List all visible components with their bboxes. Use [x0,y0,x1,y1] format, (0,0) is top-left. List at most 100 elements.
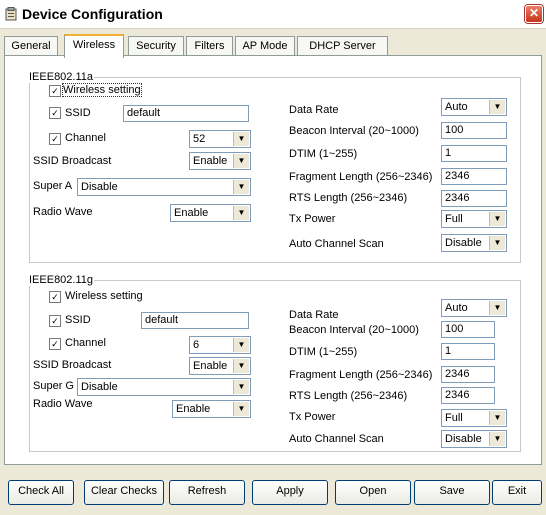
a-auto-channel-scan-select[interactable]: Disable ▼ [441,234,507,252]
g-ssid-broadcast-select[interactable]: Enable ▼ [189,357,251,375]
button-bar: Check All Clear Checks Refresh Apply Ope… [0,476,546,506]
g-data-rate-label: Data Rate [289,309,339,321]
close-icon: ✕ [528,6,540,20]
a-beacon-label: Beacon Interval (20~1000) [289,125,419,137]
dropdown-arrow-icon[interactable]: ▼ [489,301,505,315]
ieee80211g-legend: IEEE802.11g [29,274,94,286]
g-data-rate-select[interactable]: Auto ▼ [441,299,507,317]
open-button[interactable]: Open [335,480,411,505]
window-title: Device Configuration [22,6,163,22]
dropdown-arrow-icon[interactable]: ▼ [233,206,249,220]
g-wireless-setting-label: Wireless setting [65,290,143,302]
a-data-rate-label: Data Rate [289,104,339,116]
a-rts-label: RTS Length (256~2346) [289,192,408,204]
refresh-button[interactable]: Refresh [169,480,245,505]
dropdown-arrow-icon[interactable]: ▼ [233,338,249,352]
a-radio-wave-value: Enable [174,207,209,219]
a-ssid-checkbox[interactable]: ✓ [49,107,61,119]
check-all-button[interactable]: Check All [8,480,74,505]
g-fragment-input[interactable]: 2346 [441,366,495,383]
g-auto-channel-scan-value: Disable [445,433,482,445]
dropdown-arrow-icon[interactable]: ▼ [233,359,249,373]
g-wireless-setting-checkbox[interactable]: ✓ [49,291,61,303]
a-auto-channel-scan-label: Auto Channel Scan [289,238,384,250]
a-channel-select[interactable]: 52 ▼ [189,130,251,148]
g-beacon-input[interactable]: 100 [441,321,495,338]
g-rts-input[interactable]: 2346 [441,387,495,404]
a-super-select[interactable]: Disable ▼ [77,178,251,196]
g-channel-checkbox[interactable]: ✓ [49,338,61,350]
g-fragment-label: Fragment Length (256~2346) [289,369,433,381]
a-rts-input[interactable]: 2346 [441,190,507,207]
a-tx-power-select[interactable]: Full ▼ [441,210,507,228]
g-ssid-checkbox[interactable]: ✓ [49,315,61,327]
g-channel-select[interactable]: 6 ▼ [189,336,251,354]
g-data-rate-value: Auto [445,302,468,314]
g-super-select[interactable]: Disable ▼ [77,378,251,396]
a-ssid-broadcast-value: Enable [193,155,228,167]
tab-security[interactable]: Security [128,36,184,55]
dropdown-arrow-icon[interactable]: ▼ [489,212,505,226]
tab-filters[interactable]: Filters [186,36,233,55]
a-channel-checkbox[interactable]: ✓ [49,133,61,145]
a-tx-power-label: Tx Power [289,213,336,225]
exit-button[interactable]: Exit [492,480,542,505]
a-beacon-input[interactable]: 100 [441,122,507,139]
ieee80211a-legend: IEEE802.11a [29,71,94,83]
a-super-value: Disable [81,181,118,193]
a-data-rate-value: Auto [445,101,468,113]
dropdown-arrow-icon[interactable]: ▼ [233,402,249,416]
dropdown-arrow-icon[interactable]: ▼ [233,180,249,194]
g-super-label: Super G [33,380,74,392]
close-button[interactable]: ✕ [525,5,543,23]
dropdown-arrow-icon[interactable]: ▼ [489,100,505,114]
g-ssid-label: SSID [65,314,91,326]
apply-button[interactable]: Apply [252,480,328,505]
a-super-label: Super A [33,180,73,192]
g-radio-wave-label: Radio Wave [33,398,93,410]
dropdown-arrow-icon[interactable]: ▼ [489,432,505,446]
g-dtim-input[interactable]: 1 [441,343,495,360]
tab-ap-mode[interactable]: AP Mode [235,36,295,55]
dropdown-arrow-icon[interactable]: ▼ [233,132,249,146]
g-channel-label: Channel [65,337,106,349]
a-channel-value: 52 [193,133,206,145]
dropdown-arrow-icon[interactable]: ▼ [489,411,505,425]
tab-wireless[interactable]: Wireless [64,34,124,58]
g-auto-channel-scan-label: Auto Channel Scan [289,433,384,445]
a-dtim-input[interactable]: 1 [441,145,507,162]
g-ssid-broadcast-value: Enable [193,360,228,372]
g-tx-power-label: Tx Power [289,411,336,423]
g-dtim-label: DTIM (1~255) [289,346,358,358]
wireless-tab-panel: IEEE802.11a ✓ Wireless setting ✓ SSID de… [4,55,542,465]
clear-checks-button[interactable]: Clear Checks [84,480,164,505]
a-data-rate-select[interactable]: Auto ▼ [441,98,507,116]
g-auto-channel-scan-select[interactable]: Disable ▼ [441,430,507,448]
g-channel-value: 6 [193,339,200,351]
tab-dhcp-server[interactable]: DHCP Server [297,36,388,55]
a-ssid-broadcast-label: SSID Broadcast [33,155,112,167]
g-radio-wave-select[interactable]: Enable ▼ [172,400,251,418]
a-wireless-setting-checkbox[interactable]: ✓ [49,85,61,97]
a-dtim-label: DTIM (1~255) [289,148,358,160]
a-fragment-input[interactable]: 2346 [441,168,507,185]
g-ssid-input[interactable]: default [141,312,249,329]
save-button[interactable]: Save [414,480,490,505]
tab-general[interactable]: General [4,36,58,55]
g-radio-wave-value: Enable [176,403,211,415]
a-ssid-label: SSID [65,107,91,119]
g-tx-power-select[interactable]: Full ▼ [441,409,507,427]
dropdown-arrow-icon[interactable]: ▼ [489,236,505,250]
title-bar: Device Configuration ✕ [0,0,546,29]
dropdown-arrow-icon[interactable]: ▼ [233,380,249,394]
g-rts-label: RTS Length (256~2346) [289,390,408,402]
dropdown-arrow-icon[interactable]: ▼ [233,154,249,168]
g-tx-power-value: Full [445,412,463,424]
a-fragment-label: Fragment Length (256~2346) [289,171,433,183]
a-auto-channel-scan-value: Disable [445,237,482,249]
a-ssid-broadcast-select[interactable]: Enable ▼ [189,152,251,170]
a-radio-wave-label: Radio Wave [33,206,93,218]
a-ssid-input[interactable]: default [123,105,249,122]
app-icon [5,7,17,21]
a-radio-wave-select[interactable]: Enable ▼ [170,204,251,222]
